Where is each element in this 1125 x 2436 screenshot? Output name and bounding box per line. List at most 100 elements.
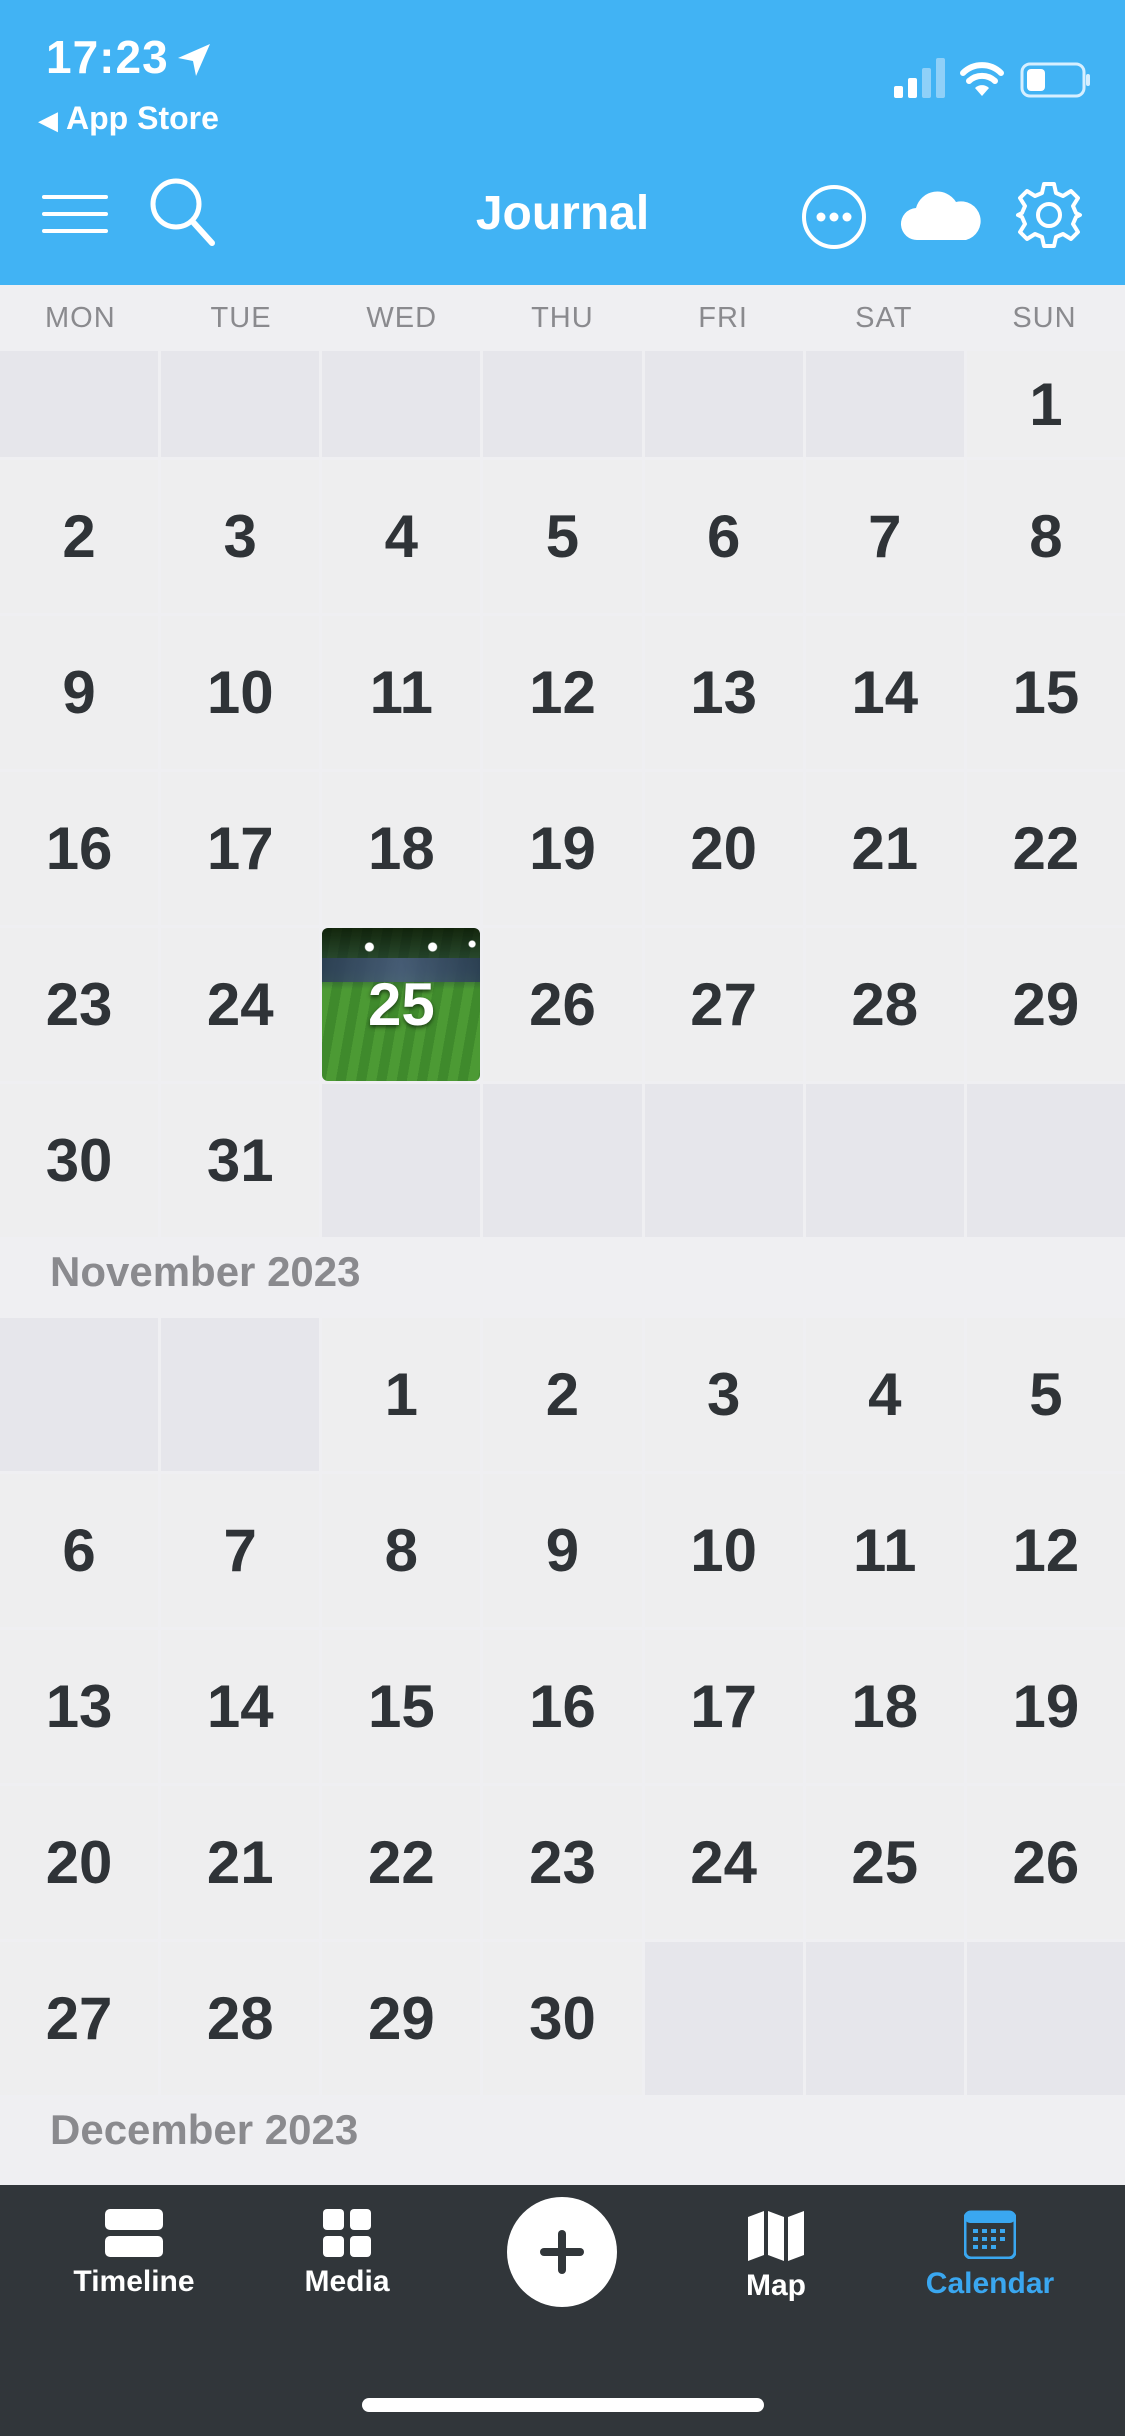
day-cell[interactable]: 8 (966, 460, 1125, 613)
day-cell[interactable]: 1 (966, 351, 1125, 457)
day-cell[interactable]: 28 (805, 928, 964, 1081)
day-cell[interactable]: 12 (483, 616, 642, 769)
day-cell[interactable]: 22 (966, 772, 1125, 925)
tab-label: Map (746, 2269, 806, 2302)
day-cell[interactable]: 10 (644, 1474, 803, 1627)
day-cell[interactable]: 4 (805, 1318, 964, 1471)
day-cell[interactable]: 24 (644, 1786, 803, 1939)
day-cell[interactable]: 18 (805, 1630, 964, 1783)
day-cell[interactable]: 22 (322, 1786, 481, 1939)
day-cell[interactable]: 26 (483, 928, 642, 1081)
empty-cell (966, 1084, 1125, 1237)
empty-cell (0, 1318, 159, 1471)
day-cell[interactable]: 24 (161, 928, 320, 1081)
more-options-icon[interactable] (800, 183, 868, 251)
day-cell[interactable]: 8 (322, 1474, 481, 1627)
weekday-label: MON (45, 302, 116, 334)
day-cell[interactable]: 13 (644, 616, 803, 769)
day-cell[interactable]: 6 (0, 1474, 159, 1627)
empty-cell (483, 1084, 642, 1237)
day-cell[interactable]: 12 (966, 1474, 1125, 1627)
empty-cell (322, 351, 481, 457)
location-arrow-icon (178, 44, 210, 76)
map-icon (748, 2211, 804, 2261)
day-cell[interactable]: 23 (0, 928, 159, 1081)
wifi-icon (960, 62, 1004, 96)
day-cell[interactable]: 25 (805, 1786, 964, 1939)
home-indicator[interactable] (362, 2398, 764, 2412)
plus-icon (540, 2230, 584, 2274)
day-cell[interactable]: 7 (805, 460, 964, 613)
day-cell[interactable]: 30 (0, 1084, 159, 1237)
day-cell[interactable]: 13 (0, 1630, 159, 1783)
menu-icon[interactable] (42, 194, 108, 234)
day-cell[interactable]: 11 (322, 616, 481, 769)
day-cell[interactable]: 2 (0, 460, 159, 613)
back-triangle-icon: ◀ (38, 105, 58, 135)
empty-cell (322, 1084, 481, 1237)
day-cell[interactable]: 19 (483, 772, 642, 925)
day-cell[interactable]: 6 (644, 460, 803, 613)
day-cell[interactable]: 1 (322, 1318, 481, 1471)
weekday-label: SUN (1012, 302, 1077, 334)
day-cell[interactable]: 4 (322, 460, 481, 613)
day-cell[interactable]: 30 (483, 1942, 642, 2095)
tab-calendar[interactable]: Calendar (900, 2209, 1080, 2301)
calendar-icon (964, 2210, 1016, 2259)
status-time: 17:23 (46, 31, 169, 83)
day-cell[interactable]: 27 (0, 1942, 159, 2095)
day-cell[interactable]: 21 (161, 1786, 320, 1939)
day-cell[interactable]: 29 (966, 928, 1125, 1081)
day-cell[interactable]: 31 (161, 1084, 320, 1237)
day-cell[interactable]: 17 (644, 1630, 803, 1783)
cloud-sync-icon[interactable] (900, 190, 982, 242)
day-cell[interactable]: 26 (966, 1786, 1125, 1939)
day-cell[interactable]: 2 (483, 1318, 642, 1471)
day-cell[interactable]: 9 (483, 1474, 642, 1627)
october-grid: 1 2 3 4 5 6 7 8 9 10 11 12 13 14 15 16 1… (0, 351, 1125, 1237)
day-cell[interactable]: 9 (0, 616, 159, 769)
empty-cell (805, 1084, 964, 1237)
empty-cell (161, 1318, 320, 1471)
day-cell[interactable]: 18 (322, 772, 481, 925)
day-cell[interactable]: 5 (483, 460, 642, 613)
day-cell[interactable]: 20 (644, 772, 803, 925)
day-cell[interactable]: 19 (966, 1630, 1125, 1783)
month-label-december: December 2023 (50, 2106, 359, 2153)
day-cell[interactable]: 17 (161, 772, 320, 925)
tab-map[interactable]: Map (686, 2209, 866, 2303)
day-cell[interactable]: 28 (161, 1942, 320, 2095)
tab-media[interactable]: Media (257, 2209, 437, 2299)
battery-icon (1020, 62, 1090, 98)
back-to-app-store[interactable]: ◀ App Store (38, 100, 219, 137)
day-cell[interactable]: 21 (805, 772, 964, 925)
day-cell[interactable]: 15 (966, 616, 1125, 769)
day-cell[interactable]: 14 (805, 616, 964, 769)
day-cell[interactable]: 5 (966, 1318, 1125, 1471)
day-cell[interactable]: 11 (805, 1474, 964, 1627)
weekday-label: WED (366, 302, 438, 334)
day-number: 25 (367, 971, 435, 1038)
day-cell[interactable]: 27 (644, 928, 803, 1081)
day-cell[interactable]: 3 (161, 460, 320, 613)
tab-timeline[interactable]: Timeline (44, 2209, 224, 2299)
day-cell[interactable]: 20 (0, 1786, 159, 1939)
search-icon[interactable] (148, 176, 216, 248)
day-cell[interactable]: 10 (161, 616, 320, 769)
day-cell[interactable]: 15 (322, 1630, 481, 1783)
weekday-label: THU (531, 302, 594, 334)
timeline-icon (105, 2209, 163, 2257)
day-cell[interactable]: 29 (322, 1942, 481, 2095)
day-cell-with-photo-entry[interactable]: 25 (322, 928, 481, 1081)
day-cell[interactable]: 16 (483, 1630, 642, 1783)
day-cell[interactable]: 23 (483, 1786, 642, 1939)
day-cell[interactable]: 3 (644, 1318, 803, 1471)
day-cell[interactable]: 7 (161, 1474, 320, 1627)
weekday-label: TUE (210, 302, 272, 334)
settings-gear-icon[interactable] (1014, 180, 1084, 250)
tab-label: Timeline (73, 2265, 195, 2298)
day-cell[interactable]: 16 (0, 772, 159, 925)
add-entry-button[interactable] (507, 2197, 617, 2307)
empty-cell (161, 351, 320, 457)
day-cell[interactable]: 14 (161, 1630, 320, 1783)
